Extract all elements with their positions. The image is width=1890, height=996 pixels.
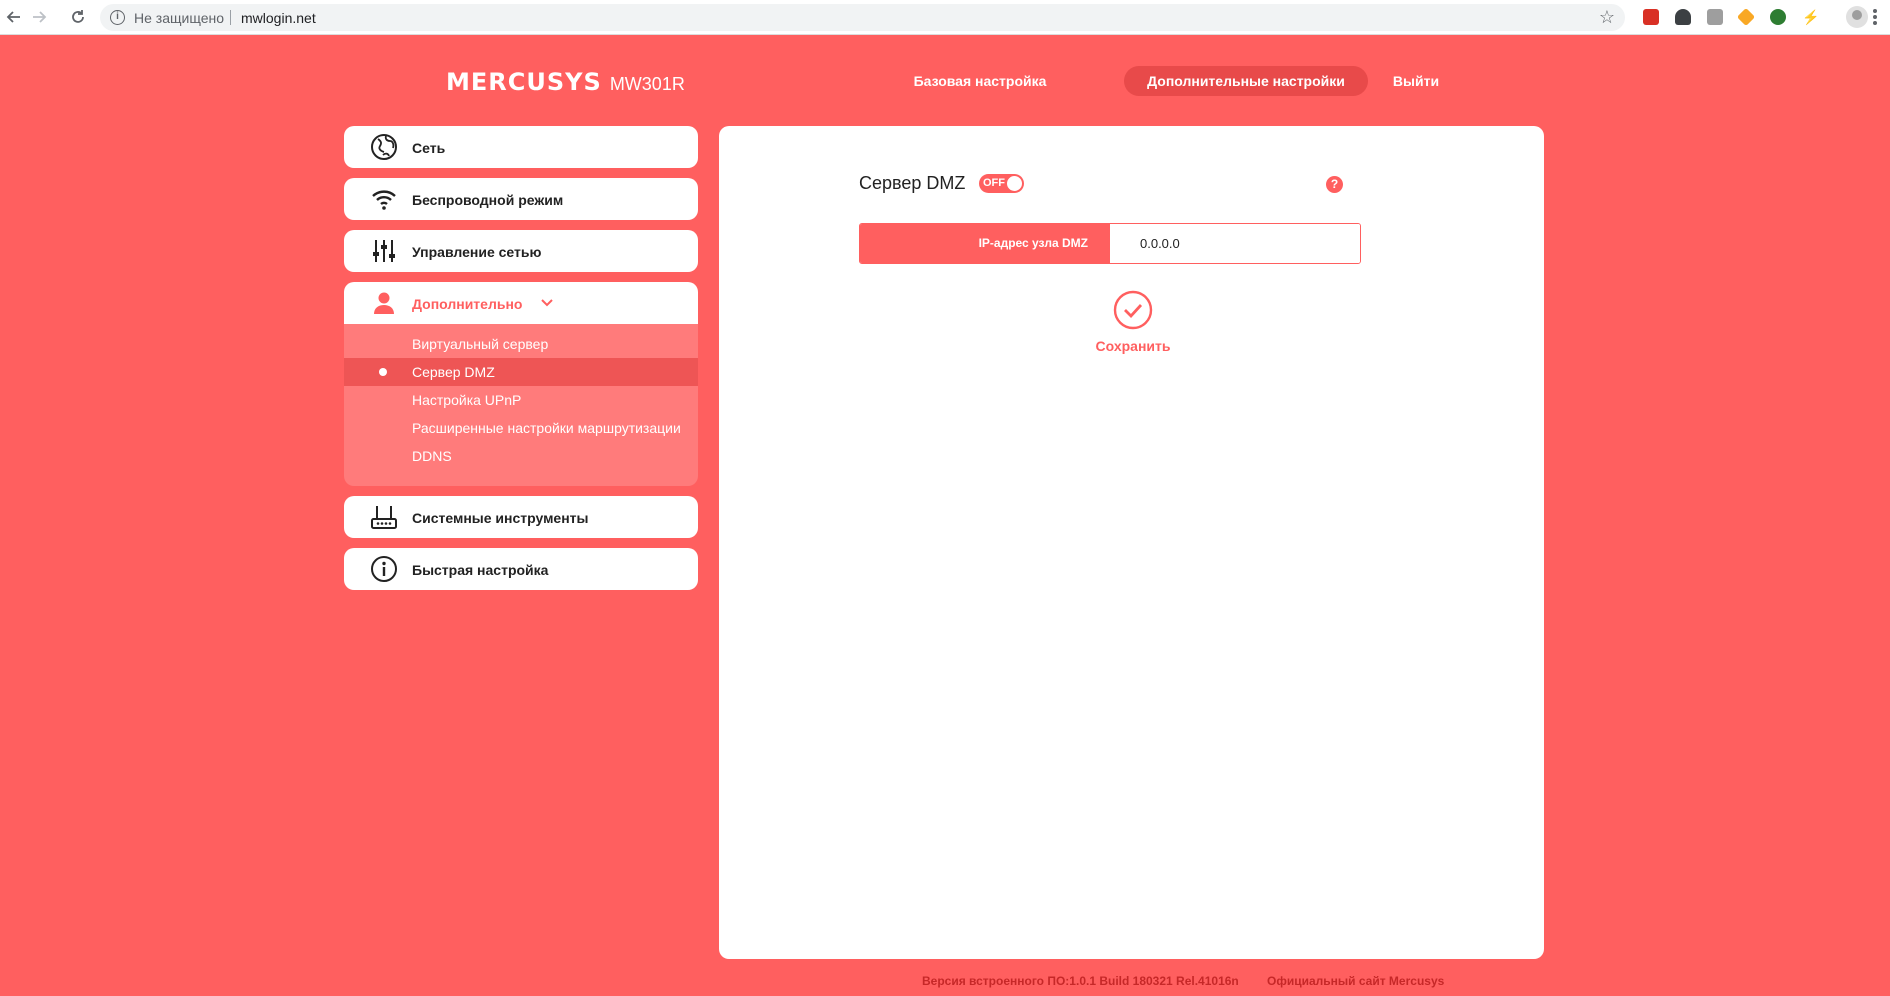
toggle-label: OFF xyxy=(983,177,1005,189)
submenu-item-dmz[interactable]: Сервер DMZ xyxy=(344,358,698,386)
toggle-knob xyxy=(1007,176,1022,191)
sidebar-item-label: Быстрая настройка xyxy=(412,562,549,578)
save-label: Сохранить xyxy=(1095,338,1171,354)
page-title: Сервер DMZ xyxy=(859,173,966,193)
sidebar-item-label: Беспроводной режим xyxy=(412,192,564,208)
sidebar-item-network[interactable]: Сеть xyxy=(344,126,698,168)
submenu-item-routing[interactable]: Расширенные настройки маршрутизации xyxy=(344,414,698,442)
sidebar-item-advanced[interactable]: Дополнительно xyxy=(344,282,698,324)
submenu-item-ddns[interactable]: DDNS xyxy=(344,442,698,470)
help-icon[interactable]: ? xyxy=(1326,176,1343,193)
logo-brand: MERCUSYS xyxy=(446,68,602,96)
content-panel: Сервер DMZ OFF ? IP-адрес узла DMZ Сохра… xyxy=(719,126,1544,959)
submenu-item-label: DDNS xyxy=(412,448,452,464)
submenu-item-label: Расширенные настройки маршрутизации xyxy=(412,420,681,436)
chevron-down-icon xyxy=(541,299,553,307)
dmz-ip-input[interactable] xyxy=(1110,224,1360,263)
info-circle-icon xyxy=(371,556,397,582)
sidebar-item-wireless[interactable]: Беспроводной режим xyxy=(344,178,698,220)
logo-model: MW301R xyxy=(609,74,685,94)
info-icon[interactable]: i xyxy=(110,10,125,25)
dmz-toggle[interactable]: OFF xyxy=(979,174,1024,193)
sliders-icon xyxy=(373,240,395,262)
nav-advanced-settings[interactable]: Дополнительные настройки xyxy=(1124,66,1368,96)
sidebar-item-label: Дополнительно xyxy=(412,296,523,312)
extension-lightning-icon[interactable]: ⚡ xyxy=(1802,9,1819,25)
submenu-item-label: Виртуальный сервер xyxy=(412,336,549,352)
save-button[interactable]: Сохранить xyxy=(1089,290,1179,358)
address-bar[interactable]: i Не защищено mwlogin.net ☆ xyxy=(100,4,1625,31)
back-arrow-icon[interactable] xyxy=(4,7,24,27)
address-separator xyxy=(230,10,231,25)
globe-icon xyxy=(371,134,397,160)
dmz-ip-row: IP-адрес узла DMZ xyxy=(859,223,1361,264)
url-text[interactable]: mwlogin.net xyxy=(241,10,316,26)
extension-tag-icon[interactable] xyxy=(1736,7,1756,27)
extension-lastpass-icon[interactable] xyxy=(1643,9,1659,25)
bookmark-star-icon[interactable]: ☆ xyxy=(1599,7,1615,28)
sidebar-item-label: Системные инструменты xyxy=(412,510,589,526)
extension-amazon-icon[interactable] xyxy=(1707,9,1723,25)
browser-toolbar: i Не защищено mwlogin.net ☆ ⚡ xyxy=(0,0,1890,35)
wifi-icon xyxy=(372,190,396,210)
sidebar-item-system-tools[interactable]: Системные инструменты xyxy=(344,496,698,538)
user-icon xyxy=(374,292,394,314)
checkmark-circle-icon xyxy=(1113,290,1153,330)
submenu-advanced: Виртуальный сервер Сервер DMZ Настройка … xyxy=(344,324,698,486)
firmware-version: Версия встроенного ПО:1.0.1 Build 180321… xyxy=(922,974,1239,988)
sidebar-item-network-control[interactable]: Управление сетью xyxy=(344,230,698,272)
submenu-item-label: Сервер DMZ xyxy=(412,364,495,380)
browser-menu-icon[interactable] xyxy=(1873,9,1877,25)
nav-logout[interactable]: Выйти xyxy=(1380,66,1452,96)
sidebar-item-quick-setup[interactable]: Быстрая настройка xyxy=(344,548,698,590)
official-site-link[interactable]: Официальный сайт Mercusys xyxy=(1267,974,1444,988)
dmz-ip-label: IP-адрес узла DMZ xyxy=(860,224,1110,263)
router-icon xyxy=(371,506,397,529)
reload-icon[interactable] xyxy=(68,7,88,27)
security-label: Не защищено xyxy=(134,10,224,26)
sidebar-item-label: Управление сетью xyxy=(412,244,542,260)
submenu-item-label: Настройка UPnP xyxy=(412,392,522,408)
active-dot-icon xyxy=(379,368,387,376)
extension-evernote-icon[interactable] xyxy=(1770,9,1786,25)
forward-arrow-icon[interactable] xyxy=(29,7,49,27)
submenu-item-upnp[interactable]: Настройка UPnP xyxy=(344,386,698,414)
mercusys-logo: MERCUSYS MW301R xyxy=(446,68,685,96)
profile-avatar-icon[interactable] xyxy=(1846,6,1868,28)
extension-pocket-icon[interactable] xyxy=(1675,9,1691,25)
submenu-item-virtual-server[interactable]: Виртуальный сервер xyxy=(344,330,698,358)
sidebar-item-label: Сеть xyxy=(412,140,446,156)
nav-basic-settings[interactable]: Базовая настройка xyxy=(900,66,1060,96)
